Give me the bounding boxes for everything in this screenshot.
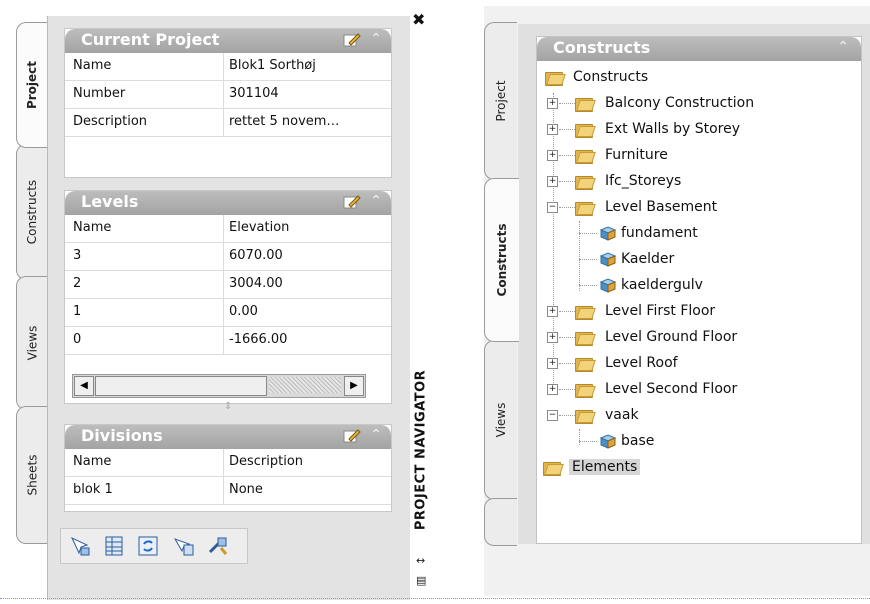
levels-panel: Levels ⌃ Name Elevation 3 6070.00 2 3004… bbox=[64, 190, 392, 404]
tab-sheets[interactable]: Sheets bbox=[16, 406, 47, 544]
schedule-icon[interactable] bbox=[173, 535, 195, 557]
collapse-node-icon[interactable]: − bbox=[547, 410, 558, 421]
construct-cube-icon bbox=[599, 278, 617, 293]
folder-icon bbox=[575, 174, 596, 190]
tab-constructs[interactable]: Constructs bbox=[484, 178, 519, 342]
expand-icon[interactable]: + bbox=[547, 98, 558, 109]
constructs-header[interactable]: Constructs ⌃ bbox=[537, 37, 861, 61]
tab-project[interactable]: Project bbox=[484, 22, 517, 180]
tab-views[interactable]: Views bbox=[484, 340, 517, 500]
levels-horizontal-scrollbar[interactable]: ◀ ▶ bbox=[72, 374, 366, 398]
panel-title: Levels bbox=[81, 192, 139, 211]
auto-hide-icon[interactable]: ↔ bbox=[416, 554, 425, 567]
scroll-right-icon[interactable]: ▶ bbox=[344, 376, 364, 396]
edit-icon[interactable] bbox=[343, 32, 361, 48]
tab-constructs[interactable]: Constructs bbox=[16, 144, 47, 280]
expand-icon[interactable]: + bbox=[547, 306, 558, 317]
construct-cube-icon bbox=[599, 252, 617, 267]
folder-icon bbox=[575, 96, 596, 112]
expand-icon[interactable]: + bbox=[547, 176, 558, 187]
table-row[interactable]: 2 3004.00 bbox=[65, 271, 391, 299]
scroll-track[interactable] bbox=[269, 377, 341, 393]
tab-project[interactable]: Project bbox=[16, 22, 47, 148]
expand-icon[interactable]: + bbox=[547, 150, 558, 161]
table-row[interactable]: blok 1 None bbox=[65, 477, 391, 505]
folder-icon bbox=[575, 408, 596, 424]
tools-icon[interactable] bbox=[207, 535, 229, 557]
tab-views[interactable]: Views bbox=[16, 276, 47, 410]
table-row[interactable]: Description rettet 5 novem… bbox=[65, 109, 391, 137]
table-row[interactable]: Name Blok1 Sorthøj bbox=[65, 53, 391, 81]
scroll-left-icon[interactable]: ◀ bbox=[74, 376, 94, 396]
collapse-icon[interactable]: ⌃ bbox=[837, 39, 849, 55]
folder-icon bbox=[575, 148, 596, 164]
project-properties-table: Name Blok1 Sorthøj Number 301104 Descrip… bbox=[65, 53, 391, 137]
table-row[interactable]: 1 0.00 bbox=[65, 299, 391, 327]
select-objects-icon[interactable] bbox=[69, 535, 91, 557]
folder-icon bbox=[575, 356, 596, 372]
scroll-thumb[interactable] bbox=[95, 376, 267, 396]
tab-sheets-partial[interactable] bbox=[484, 498, 517, 546]
project-tab-content: Current Project ⌃ Name Blok1 Sorthøj Num… bbox=[47, 16, 410, 600]
refresh-icon[interactable] bbox=[137, 535, 159, 557]
edit-icon[interactable] bbox=[343, 194, 361, 210]
divisions-panel: Divisions ⌃ Name Description blok 1 None bbox=[64, 424, 392, 512]
construct-cube-icon bbox=[599, 434, 617, 449]
edit-icon[interactable] bbox=[343, 428, 361, 444]
current-project-panel: Current Project ⌃ Name Blok1 Sorthøj Num… bbox=[64, 28, 392, 178]
folder-icon bbox=[575, 304, 596, 320]
expand-icon[interactable]: + bbox=[547, 124, 558, 135]
levels-header[interactable]: Levels ⌃ bbox=[65, 191, 391, 215]
folder-icon bbox=[575, 122, 596, 138]
panel-title: Current Project bbox=[81, 30, 220, 49]
expand-icon[interactable]: + bbox=[547, 332, 558, 343]
folder-icon bbox=[575, 200, 596, 216]
folder-icon bbox=[575, 330, 596, 346]
table-row[interactable]: 0 -1666.00 bbox=[65, 327, 391, 355]
properties-menu-icon[interactable]: ▤ bbox=[416, 574, 426, 587]
table-header-row: Name Elevation bbox=[65, 215, 391, 243]
close-icon[interactable]: ✖ bbox=[412, 10, 425, 29]
panel-title: Constructs bbox=[553, 38, 651, 57]
expand-icon[interactable]: + bbox=[547, 384, 558, 395]
divisions-header[interactable]: Divisions ⌃ bbox=[65, 425, 391, 449]
project-toolbar bbox=[60, 528, 248, 564]
current-project-header[interactable]: Current Project ⌃ bbox=[65, 29, 391, 53]
constructs-panel: Constructs ⌃ Constructs + Balcony Constr… bbox=[536, 36, 862, 544]
collapse-icon[interactable]: ⌃ bbox=[370, 31, 382, 47]
collapse-node-icon[interactable]: − bbox=[547, 202, 558, 213]
levels-table: Name Elevation 3 6070.00 2 3004.00 1 0.0… bbox=[65, 215, 391, 355]
table-row[interactable]: Number 301104 bbox=[65, 81, 391, 109]
palette-title-vertical[interactable]: PROJECT NAVIGATOR bbox=[406, 340, 436, 560]
splitter-grip-icon[interactable]: ⇕ bbox=[224, 401, 232, 412]
bottom-divider bbox=[0, 598, 870, 599]
divisions-table: Name Description blok 1 None bbox=[65, 449, 391, 505]
expand-icon[interactable]: + bbox=[547, 358, 558, 369]
table-row[interactable]: 3 6070.00 bbox=[65, 243, 391, 271]
construct-cube-icon bbox=[599, 226, 617, 241]
table-header-row: Name Description bbox=[65, 449, 391, 477]
collapse-icon[interactable]: ⌃ bbox=[370, 427, 382, 443]
table-icon[interactable] bbox=[103, 535, 125, 557]
folder-icon bbox=[545, 70, 566, 86]
panel-title: Divisions bbox=[81, 426, 163, 445]
folder-icon bbox=[575, 382, 596, 398]
folder-icon bbox=[543, 460, 564, 476]
collapse-icon[interactable]: ⌃ bbox=[370, 193, 382, 209]
